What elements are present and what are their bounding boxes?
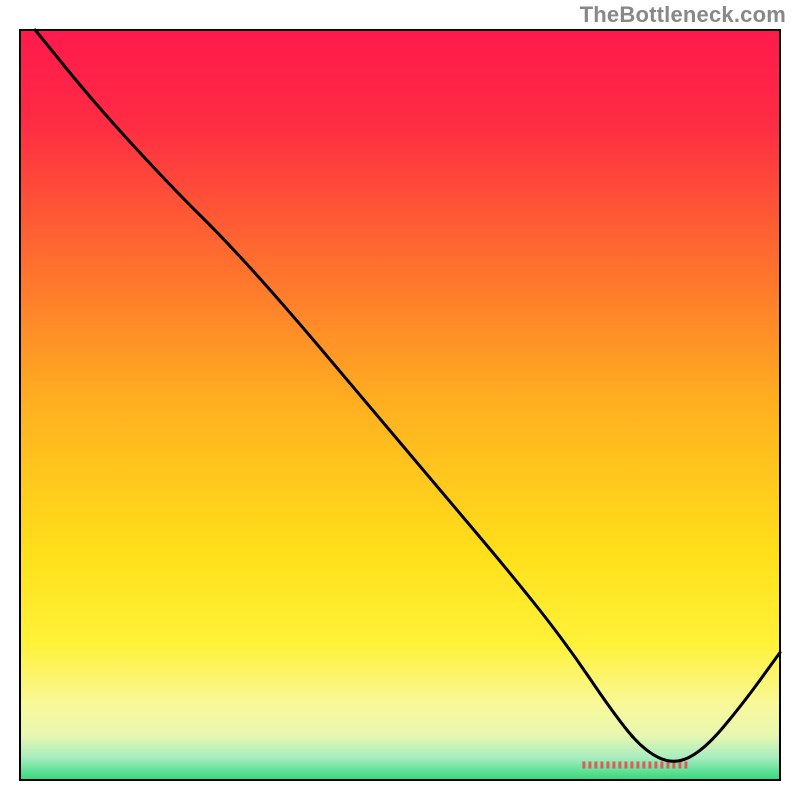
bottleneck-chart: [0, 0, 800, 800]
chart-frame: TheBottleneck.com: [0, 0, 800, 800]
gradient-background: [20, 30, 780, 780]
